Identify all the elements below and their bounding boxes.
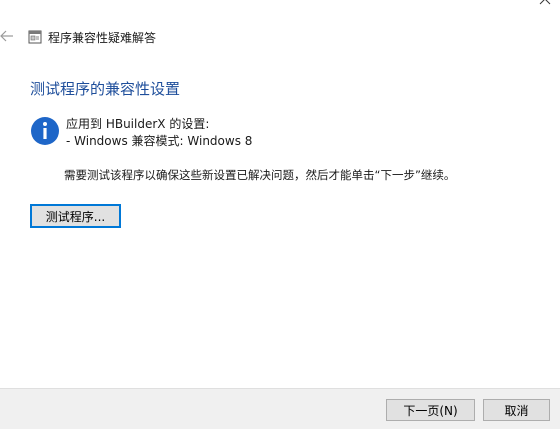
next-button[interactable]: 下一页(N) bbox=[386, 399, 475, 421]
settings-applied-line: 应用到 HBuilderX 的设置: bbox=[66, 117, 210, 131]
compat-mode-line: - Windows 兼容模式: Windows 8 bbox=[66, 134, 253, 148]
info-icon bbox=[31, 117, 59, 145]
compatibility-troubleshooter-window: 程序兼容性疑难解答 测试程序的兼容性设置 应用到 HBuilderX 的设置: … bbox=[0, 0, 560, 429]
title-bar: 程序兼容性疑难解答 bbox=[28, 28, 156, 46]
cancel-button[interactable]: 取消 bbox=[483, 399, 550, 421]
applied-settings: 应用到 HBuilderX 的设置: - Windows 兼容模式: Windo… bbox=[66, 116, 252, 150]
window-title: 程序兼容性疑难解答 bbox=[48, 30, 157, 45]
page-heading: 测试程序的兼容性设置 bbox=[30, 80, 181, 98]
back-arrow-icon[interactable] bbox=[0, 29, 14, 43]
close-icon[interactable] bbox=[536, 0, 556, 10]
wizard-app-icon bbox=[28, 30, 42, 44]
test-program-button[interactable]: 测试程序... bbox=[30, 204, 121, 228]
footer-bar: 下一页(N) 取消 bbox=[0, 388, 560, 429]
instruction-text: 需要测试该程序以确保这些新设置已解决问题，然后才能单击“下一步”继续。 bbox=[64, 168, 456, 182]
